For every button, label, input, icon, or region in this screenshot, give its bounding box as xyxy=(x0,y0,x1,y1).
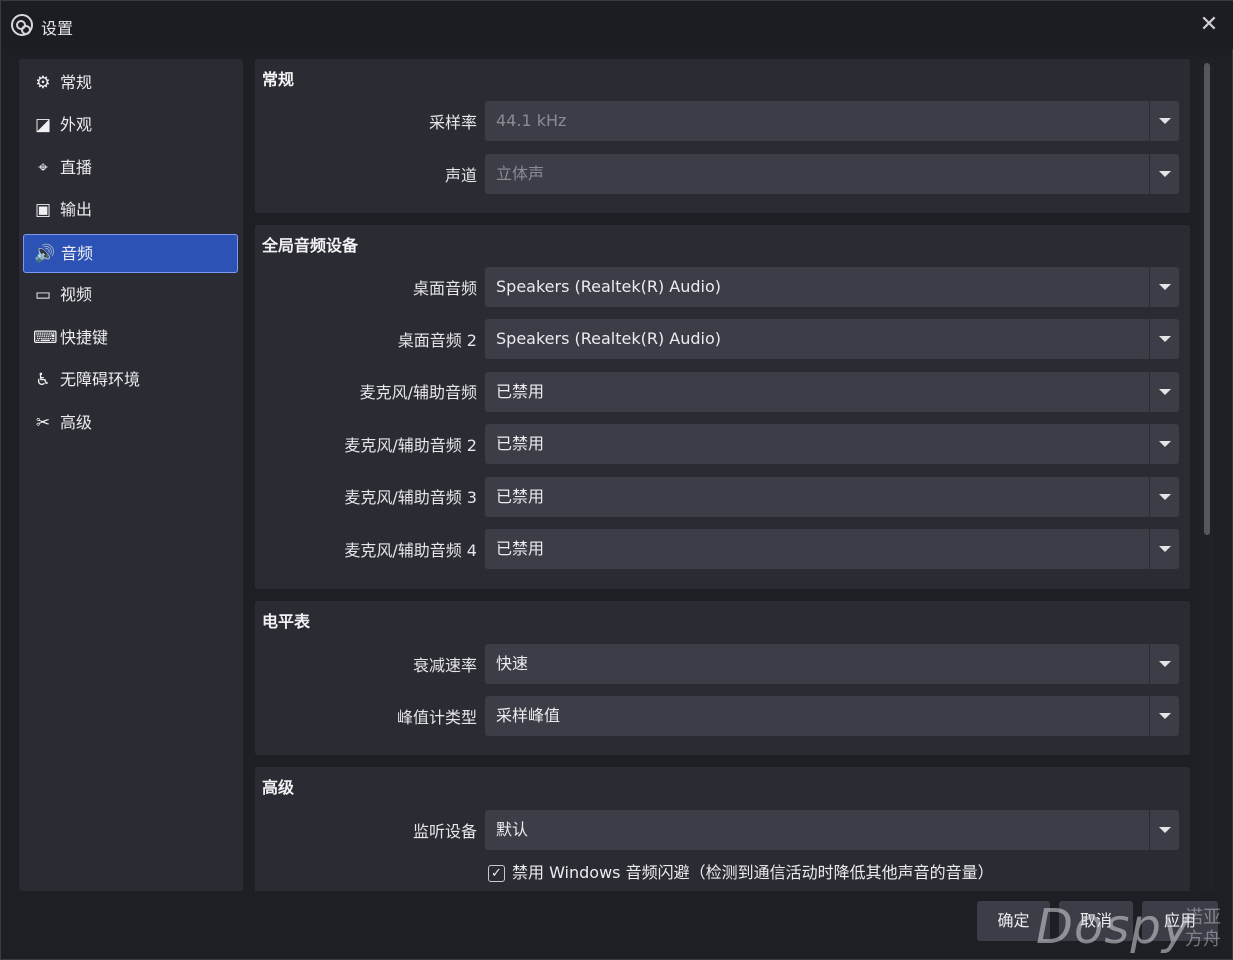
close-icon[interactable]: ✕ xyxy=(1197,13,1221,37)
monitoring-device-label: 监听设备 xyxy=(412,822,477,841)
sidebar-item[interactable]: ◪ 外观 xyxy=(23,106,238,145)
watermark-caption: 诺亚 方舟 xyxy=(1181,907,1225,951)
channels-select[interactable]: 立体声 xyxy=(485,154,1179,194)
sidebar-item[interactable]: 🔊 音频 xyxy=(23,234,238,273)
sidebar-item-label: 音频 xyxy=(61,244,94,263)
sample-rate-label: 采样率 xyxy=(428,113,477,132)
mic-aux-label: 麦克风/辅助音频 xyxy=(359,383,477,402)
sidebar-item-label: 快捷键 xyxy=(60,328,109,347)
mic-aux-3-label: 麦克风/辅助音频 3 xyxy=(344,488,477,507)
chevron-down-icon[interactable] xyxy=(1149,477,1179,517)
combo-value: Speakers (Realtek(R) Audio) xyxy=(496,329,722,348)
group-title: 全局音频设备 xyxy=(262,236,359,255)
disable-ducking-label[interactable]: 禁用 Windows 音频闪避（检测到通信活动时降低其他声音的音量） xyxy=(512,863,994,883)
group-title: 常规 xyxy=(262,70,295,89)
settings-content: 常规 采样率 44.1 kHz 声道 立体声 全局音频设备 桌面音频 Speak… xyxy=(253,59,1193,891)
sidebar-item-label: 视频 xyxy=(60,285,93,304)
sidebar-item[interactable]: ▣ 输出 xyxy=(23,191,238,230)
sidebar-item-label: 输出 xyxy=(60,200,93,219)
combo-value: 已禁用 xyxy=(496,434,545,453)
group-meters: 电平表 衰减速率 快速 峰值计类型 采样峰值 xyxy=(255,601,1190,755)
tools-icon: ✂ xyxy=(35,413,51,433)
combo-value: 已禁用 xyxy=(496,487,545,506)
group-title: 电平表 xyxy=(262,612,311,631)
watermark-brand: Dospy xyxy=(1036,899,1192,955)
monitoring-device-select[interactable]: 默认 xyxy=(485,810,1179,850)
group-title: 高级 xyxy=(262,778,295,797)
sample-rate-select[interactable]: 44.1 kHz xyxy=(485,101,1179,141)
combo-value: 已禁用 xyxy=(496,539,545,558)
mic-aux-4-label: 麦克风/辅助音频 4 xyxy=(344,541,477,560)
scrollbar-thumb[interactable] xyxy=(1204,63,1210,535)
combo-value: 44.1 kHz xyxy=(496,111,567,130)
sidebar-item[interactable]: ♿ 无障碍环境 xyxy=(23,361,238,400)
mic-aux-2-label: 麦克风/辅助音频 2 xyxy=(344,436,477,455)
combo-value: 采样峰值 xyxy=(496,706,561,725)
group-advanced: 高级 监听设备 默认 ✓ 禁用 Windows 音频闪避（检测到通信活动时降低其… xyxy=(255,767,1190,891)
obs-logo-icon xyxy=(11,14,33,36)
content-scrollbar[interactable] xyxy=(1200,59,1214,891)
decay-rate-label: 衰减速率 xyxy=(412,656,477,675)
chevron-down-icon[interactable] xyxy=(1149,424,1179,464)
mic-aux-select[interactable]: 已禁用 xyxy=(485,372,1179,412)
sidebar-item[interactable]: ⌖ 直播 xyxy=(23,149,238,188)
combo-value: 已禁用 xyxy=(496,382,545,401)
accessibility-icon: ♿ xyxy=(35,370,51,390)
sidebar-item-label: 常规 xyxy=(60,73,93,92)
chevron-down-icon[interactable] xyxy=(1149,810,1179,850)
settings-sidebar: ⚙ 常规 ◪ 外观 ⌖ 直播 ▣ 输出 🔊 音频 ▭ 视频 ⌨ 快捷键 ♿ 无障碍环境 ✂ 高级 xyxy=(19,59,243,891)
sidebar-item-label: 直播 xyxy=(60,158,93,177)
chevron-down-icon[interactable] xyxy=(1149,319,1179,359)
combo-value: Speakers (Realtek(R) Audio) xyxy=(496,277,722,296)
peak-meter-type-label: 峰值计类型 xyxy=(396,708,477,727)
window-title: 设置 xyxy=(41,19,74,38)
disable-ducking-checkbox[interactable]: ✓ xyxy=(488,865,505,882)
chevron-down-icon[interactable] xyxy=(1149,696,1179,736)
combo-value: 默认 xyxy=(496,820,529,839)
group-global-audio-devices: 全局音频设备 桌面音频 Speakers (Realtek(R) Audio) … xyxy=(255,225,1190,589)
mic-aux-3-select[interactable]: 已禁用 xyxy=(485,477,1179,517)
desktop-audio-label: 桌面音频 xyxy=(412,279,477,298)
channels-label: 声道 xyxy=(444,166,477,185)
sidebar-item[interactable]: ⚙ 常规 xyxy=(23,64,238,103)
desktop-audio-2-label: 桌面音频 2 xyxy=(397,331,477,350)
gear-icon: ⚙ xyxy=(35,73,51,93)
speaker-icon: 🔊 xyxy=(34,244,56,264)
group-general: 常规 采样率 44.1 kHz 声道 立体声 xyxy=(255,59,1190,213)
chevron-down-icon[interactable] xyxy=(1149,267,1179,307)
sidebar-item-label: 外观 xyxy=(60,115,93,134)
output-camera-icon: ▣ xyxy=(34,200,52,220)
mic-aux-2-select[interactable]: 已禁用 xyxy=(485,424,1179,464)
broadcast-antenna-icon: ⌖ xyxy=(38,158,48,178)
monitor-icon: ▭ xyxy=(34,285,52,305)
settings-window: 设置 ✕ ⚙ 常规 ◪ 外观 ⌖ 直播 ▣ 输出 🔊 音频 ▭ 视频 ⌨ 快捷键 ♿ 无障碍环境 ✂ 高级 常规 … xyxy=(0,0,1233,960)
combo-value: 立体声 xyxy=(496,164,545,183)
chevron-down-icon[interactable] xyxy=(1149,644,1179,684)
desktop-audio-select[interactable]: Speakers (Realtek(R) Audio) xyxy=(485,267,1179,307)
peak-meter-type-select[interactable]: 采样峰值 xyxy=(485,696,1179,736)
sidebar-item-label: 无障碍环境 xyxy=(60,370,141,389)
watermark-line-1: 诺亚 xyxy=(1185,907,1221,928)
sidebar-item[interactable]: ✂ 高级 xyxy=(23,404,238,443)
chevron-down-icon[interactable] xyxy=(1149,372,1179,412)
appearance-icon: ◪ xyxy=(34,115,52,135)
keyboard-icon: ⌨ xyxy=(33,328,58,348)
sidebar-item[interactable]: ⌨ 快捷键 xyxy=(23,319,238,358)
sidebar-item[interactable]: ▭ 视频 xyxy=(23,276,238,315)
mic-aux-4-select[interactable]: 已禁用 xyxy=(485,529,1179,569)
chevron-down-icon[interactable] xyxy=(1149,529,1179,569)
chevron-down-icon[interactable] xyxy=(1149,154,1179,194)
combo-value: 快速 xyxy=(496,654,529,673)
watermark-line-2: 方舟 xyxy=(1185,929,1221,950)
sidebar-item-label: 高级 xyxy=(60,413,93,432)
decay-rate-select[interactable]: 快速 xyxy=(485,644,1179,684)
title-bar: 设置 ✕ xyxy=(1,1,1233,49)
desktop-audio-2-select[interactable]: Speakers (Realtek(R) Audio) xyxy=(485,319,1179,359)
chevron-down-icon[interactable] xyxy=(1149,101,1179,141)
